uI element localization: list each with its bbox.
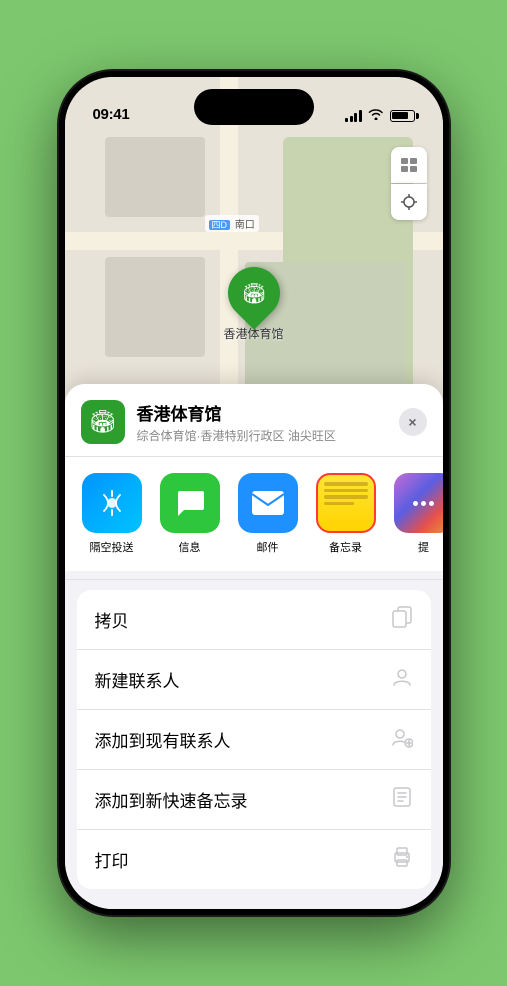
print-icon (391, 846, 413, 873)
share-notes[interactable]: 备忘录 (311, 473, 381, 555)
close-button[interactable]: × (399, 408, 427, 436)
phone-screen: 09:41 (65, 77, 443, 909)
mail-label: 邮件 (257, 539, 279, 555)
quick-note-label: 添加到新快速备忘录 (95, 787, 248, 812)
share-messages[interactable]: 信息 (155, 473, 225, 555)
action-print[interactable]: 打印 (77, 830, 431, 889)
add-existing-contact-icon (391, 726, 413, 753)
action-quick-note[interactable]: 添加到新快速备忘录 (77, 770, 431, 830)
battery-icon (390, 110, 415, 122)
airdrop-label: 隔空投送 (90, 539, 134, 555)
more-label: 提 (418, 539, 429, 555)
wifi-icon (368, 108, 384, 123)
phone-frame: 09:41 (59, 71, 449, 915)
share-row: 隔空投送 信息 (65, 457, 443, 571)
location-pin: 🏟 香港体育馆 (223, 267, 283, 342)
signal-icon (345, 110, 362, 122)
action-copy[interactable]: 拷贝 (77, 590, 431, 650)
action-list: 拷贝 新建联系人 (77, 590, 431, 889)
location-button[interactable] (391, 184, 427, 220)
pin-marker: 🏟 (217, 256, 291, 330)
status-time: 09:41 (93, 106, 130, 123)
messages-icon (160, 473, 220, 533)
print-label: 打印 (95, 847, 129, 872)
sheet-header: 🏟 香港体育馆 综合体育馆·香港特别行政区 油尖旺区 × (65, 384, 443, 456)
action-copy-label: 拷贝 (95, 607, 129, 632)
mail-icon (238, 473, 298, 533)
more-icon (394, 473, 443, 533)
share-mail[interactable]: 邮件 (233, 473, 303, 555)
share-more[interactable]: 提 (389, 473, 443, 555)
notes-label: 备忘录 (329, 539, 362, 555)
share-airdrop[interactable]: 隔空投送 (77, 473, 147, 555)
action-new-contact[interactable]: 新建联系人 (77, 650, 431, 710)
map-road-label: 四D 南口 (205, 215, 259, 232)
venue-icon: 🏟 (81, 400, 125, 444)
new-contact-icon (391, 666, 413, 693)
venue-description: 综合体育馆·香港特别行政区 油尖旺区 (137, 427, 387, 444)
action-add-existing-contact[interactable]: 添加到现有联系人 (77, 710, 431, 770)
map-type-button[interactable] (391, 147, 427, 183)
venue-name: 香港体育馆 (137, 400, 387, 425)
notes-icon (316, 473, 376, 533)
status-icons (345, 108, 415, 123)
airdrop-icon (82, 473, 142, 533)
copy-icon (391, 606, 413, 633)
bottom-sheet: 🏟 香港体育馆 综合体育馆·香港特别行政区 油尖旺区 × (65, 384, 443, 909)
venue-info: 香港体育馆 综合体育馆·香港特别行政区 油尖旺区 (137, 400, 387, 444)
new-contact-label: 新建联系人 (95, 667, 180, 692)
map-controls (391, 147, 427, 220)
messages-label: 信息 (179, 539, 201, 555)
dynamic-island (194, 89, 314, 125)
divider-2 (65, 579, 443, 580)
add-existing-contact-label: 添加到现有联系人 (95, 727, 231, 752)
quick-note-icon (391, 786, 413, 813)
